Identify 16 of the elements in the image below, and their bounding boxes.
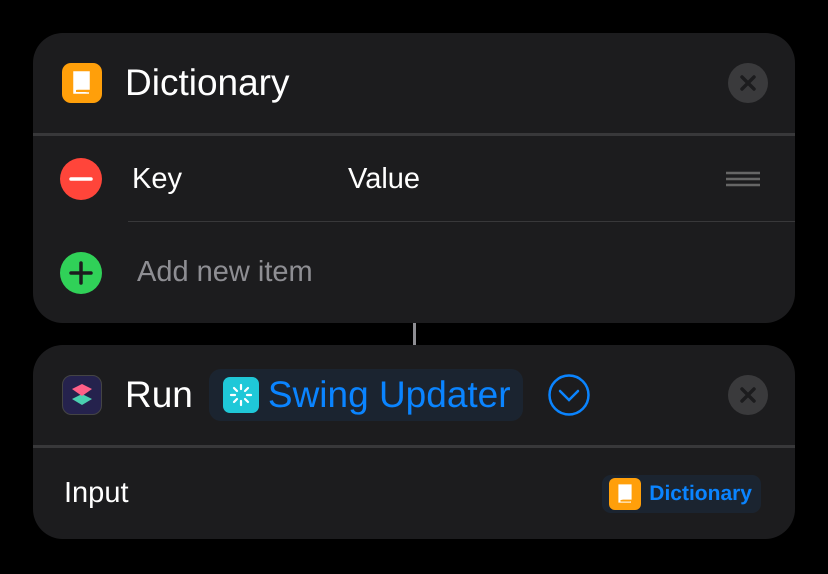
sparkle-icon bbox=[222, 377, 259, 413]
variable-token[interactable]: Dictionary bbox=[602, 474, 761, 512]
add-icon[interactable] bbox=[59, 250, 103, 294]
value-field[interactable]: Value bbox=[348, 162, 726, 196]
key-field[interactable]: Key bbox=[132, 162, 348, 196]
shortcut-token[interactable]: Swing Updater bbox=[208, 369, 523, 421]
action-title: Dictionary bbox=[125, 62, 290, 104]
reorder-handle-icon[interactable] bbox=[726, 171, 760, 187]
book-icon bbox=[609, 478, 642, 510]
input-label: Input bbox=[64, 477, 128, 510]
book-icon bbox=[62, 63, 102, 103]
add-item-field[interactable]: Add new item bbox=[137, 256, 313, 289]
action-title: Run bbox=[125, 374, 193, 416]
remove-icon[interactable] bbox=[59, 157, 103, 201]
shortcuts-icon bbox=[62, 375, 102, 415]
chevron-icon[interactable] bbox=[546, 373, 591, 417]
